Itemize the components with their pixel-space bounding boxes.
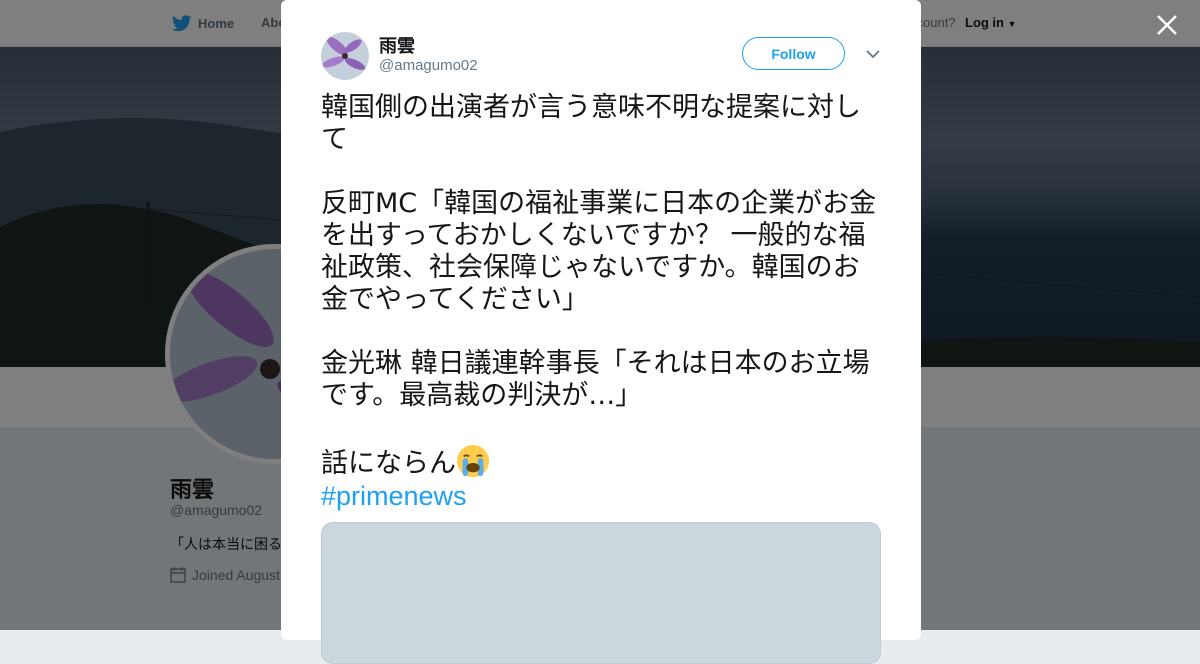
loudly-crying-face-icon (456, 444, 490, 478)
follow-button[interactable]: Follow (742, 37, 845, 70)
tweet-paragraph: 話にならん (321, 448, 456, 479)
tweet-media-placeholder[interactable] (321, 522, 881, 664)
tweet-text: 韓国側の出演者が言う意味不明な提案に対して 反町MC「韓国の福祉事業に日本の企業… (321, 92, 886, 513)
tweet-paragraph: 韓国側の出演者が言う意味不明な提案に対して (321, 92, 861, 155)
tweet-author-name[interactable]: 雨雲 (379, 32, 415, 58)
tweet-author-handle[interactable]: @amagumo02 (379, 57, 478, 74)
tweet-modal: 雨雲 @amagumo02 Follow 韓国側の出演者が言う意味不明な提案に対… (281, 0, 921, 664)
chevron-down-icon[interactable] (865, 48, 881, 60)
tweet-paragraph: 金光琳 韓日議連幹事長「それは日本のお立場です。最高裁の判決が…」 (321, 348, 870, 411)
close-icon[interactable] (1154, 12, 1180, 38)
tweet-paragraph-last: 話にならん (321, 444, 886, 480)
tweet-paragraph: 反町MC「韓国の福祉事業に日本の企業がお金を出すっておかしくないですか？ 一般的… (321, 188, 877, 315)
tweet-author-avatar[interactable] (321, 32, 369, 80)
hashtag-link[interactable]: #primenews (321, 481, 467, 511)
